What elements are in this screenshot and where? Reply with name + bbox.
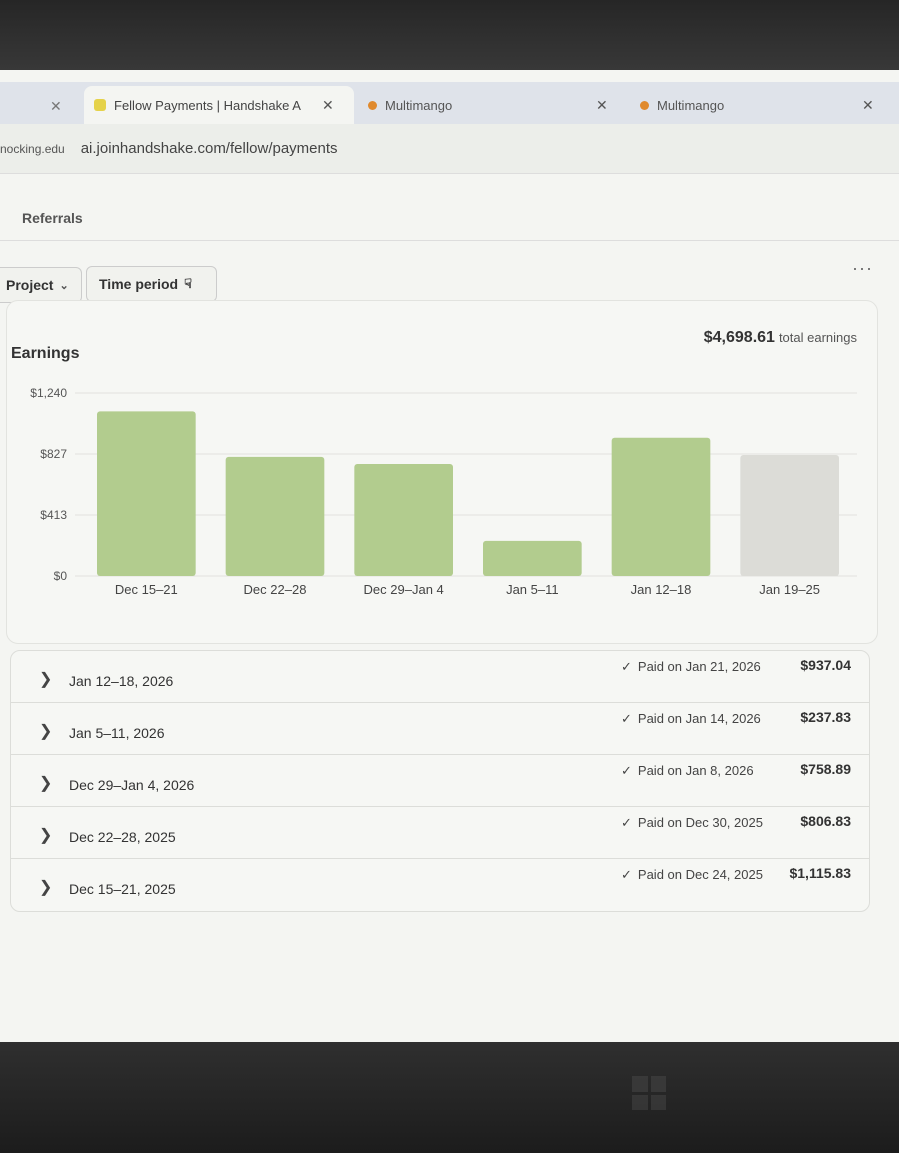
tab-fellow-payments[interactable]: Fellow Payments | Handshake A ✕ xyxy=(84,86,354,124)
payment-row[interactable]: ❯ Dec 22–28, 2025 ✓ Paid on Dec 30, 2025 … xyxy=(11,807,869,859)
close-tab-icon[interactable]: ✕ xyxy=(862,97,874,114)
payment-amount: $937.04 xyxy=(800,657,851,673)
bar-jan-5-11[interactable] xyxy=(483,540,582,576)
url-text[interactable]: ai.joinhandshake.com/fellow/payments xyxy=(81,140,338,157)
chevron-right-icon[interactable]: ❯ xyxy=(39,669,52,689)
payment-amount: $1,115.83 xyxy=(789,865,851,881)
tab-multimango-2[interactable]: Multimango ✕ xyxy=(640,86,885,124)
payment-period: Jan 12–18, 2026 xyxy=(69,673,174,689)
check-icon: ✓ xyxy=(621,711,632,726)
payment-period: Dec 15–21, 2025 xyxy=(69,881,176,897)
earnings-bar-chart: $1,240 $827 $413 $0 Dec 15–21 Dec 22–28 Dec 29… xyxy=(30,386,857,597)
check-icon: ✓ xyxy=(621,815,632,830)
y-tick-label: $1,240 xyxy=(30,386,67,400)
address-bar[interactable]: nocking.edu ai.joinhandshake.com/fellow/… xyxy=(0,124,899,174)
nav-referrals[interactable]: Referrals xyxy=(22,210,83,226)
tab-multimango-1[interactable]: Multimango ✕ xyxy=(368,86,618,124)
x-tick-label: Dec 29–Jan 4 xyxy=(364,582,444,597)
project-filter-button[interactable]: Project ⌄ xyxy=(0,267,82,303)
bookmark-item[interactable]: nocking.edu xyxy=(0,142,65,156)
payment-status: ✓ Paid on Jan 21, 2026 xyxy=(621,659,761,675)
payment-period: Dec 29–Jan 4, 2026 xyxy=(69,777,195,793)
x-tick-label: Dec 22–28 xyxy=(244,582,307,597)
payment-amount: $758.89 xyxy=(800,761,851,777)
y-tick-label: $0 xyxy=(54,569,68,583)
windows-logo-icon xyxy=(632,1076,666,1110)
payment-status-text: Paid on Dec 30, 2025 xyxy=(637,815,763,830)
more-options-icon[interactable]: ··· xyxy=(852,258,873,279)
y-tick-label: $827 xyxy=(40,447,67,461)
payment-status: ✓ Paid on Jan 8, 2026 xyxy=(621,763,754,779)
payment-period: Jan 5–11, 2026 xyxy=(69,725,165,741)
check-icon: ✓ xyxy=(621,763,632,778)
chevron-right-icon[interactable]: ❯ xyxy=(39,825,52,845)
tab-title: Multimango xyxy=(657,97,725,113)
multimango-icon xyxy=(640,100,649,110)
payment-row[interactable]: ❯ Dec 29–Jan 4, 2026 ✓ Paid on Jan 8, 202… xyxy=(11,755,869,807)
bar-jan-12-18[interactable] xyxy=(611,437,711,576)
total-earnings: $4,698.61 total earnings xyxy=(704,329,857,347)
earnings-chart-card: Earnings $4,698.61 total earnings $1,240… xyxy=(6,300,878,644)
chevron-right-icon[interactable]: ❯ xyxy=(39,877,52,897)
close-icon[interactable]: ✕ xyxy=(50,98,62,115)
close-tab-icon[interactable]: ✕ xyxy=(596,97,608,114)
payment-amount: $237.83 xyxy=(800,709,851,725)
payment-period: Dec 22–28, 2025 xyxy=(69,829,176,845)
y-tick-label: $413 xyxy=(40,508,67,522)
payment-status: ✓ Paid on Dec 30, 2025 xyxy=(621,815,763,831)
payment-status-text: Paid on Dec 24, 2025 xyxy=(637,867,763,882)
x-tick-label: Jan 19–25 xyxy=(759,582,820,597)
check-icon: ✓ xyxy=(621,659,632,674)
monitor-bezel-top xyxy=(0,0,899,78)
browser-window: ✕ Fellow Payments | Handshake A ✕ Multim… xyxy=(0,70,899,1042)
payment-status-text: Paid on Jan 8, 2026 xyxy=(637,763,754,778)
bar-dec-22-28[interactable] xyxy=(225,456,325,576)
time-period-filter-label: Time period xyxy=(99,276,179,292)
monitor-bezel-bottom xyxy=(0,1042,899,1153)
close-tab-icon[interactable]: ✕ xyxy=(322,97,334,114)
payment-row[interactable]: ❯ Jan 5–11, 2026 ✓ Paid on Jan 14, 2026 $… xyxy=(11,703,869,755)
tab-title: Fellow Payments | Handshake A xyxy=(114,97,301,113)
chevron-down-icon: ⌄ xyxy=(59,279,69,292)
bar-dec-29-jan-4[interactable] xyxy=(354,464,453,576)
divider xyxy=(0,240,899,241)
total-earnings-amount: $4,698.61 xyxy=(703,329,775,346)
payment-row[interactable]: ❯ Dec 15–21, 2025 ✓ Paid on Dec 24, 2025 … xyxy=(11,859,869,911)
multimango-icon xyxy=(368,100,377,110)
tab-title: Multimango xyxy=(385,97,453,113)
project-filter-label: Project xyxy=(6,277,54,293)
x-tick-label: Dec 15–21 xyxy=(115,582,178,597)
payment-row[interactable]: ❯ Jan 12–18, 2026 ✓ Paid on Jan 21, 2026 … xyxy=(11,651,869,703)
bar-jan-19-25[interactable] xyxy=(740,454,839,576)
tab-strip: ✕ Fellow Payments | Handshake A ✕ Multim… xyxy=(0,82,899,124)
payment-status-text: Paid on Jan 21, 2026 xyxy=(637,659,761,674)
total-earnings-label: total earnings xyxy=(778,330,857,345)
earnings-title: Earnings xyxy=(11,345,80,362)
payments-list: ❯ Jan 12–18, 2026 ✓ Paid on Jan 21, 2026 … xyxy=(10,650,870,912)
payment-status: ✓ Paid on Dec 24, 2025 xyxy=(621,867,763,883)
chevron-right-icon[interactable]: ❯ xyxy=(39,721,52,741)
payment-amount: $806.83 xyxy=(800,813,851,829)
time-period-filter-button[interactable]: Time period ☟ xyxy=(86,266,217,302)
chevron-right-icon[interactable]: ❯ xyxy=(39,773,52,793)
cursor-hand-icon: ☟ xyxy=(184,276,193,291)
check-icon: ✓ xyxy=(621,867,632,882)
handshake-icon xyxy=(94,99,106,111)
x-tick-label: Jan 12–18 xyxy=(631,582,692,597)
bar-dec-15-21[interactable] xyxy=(97,411,196,576)
payment-status: ✓ Paid on Jan 14, 2026 xyxy=(621,711,761,727)
x-tick-label: Jan 5–11 xyxy=(506,582,559,597)
payment-status-text: Paid on Jan 14, 2026 xyxy=(637,711,761,726)
